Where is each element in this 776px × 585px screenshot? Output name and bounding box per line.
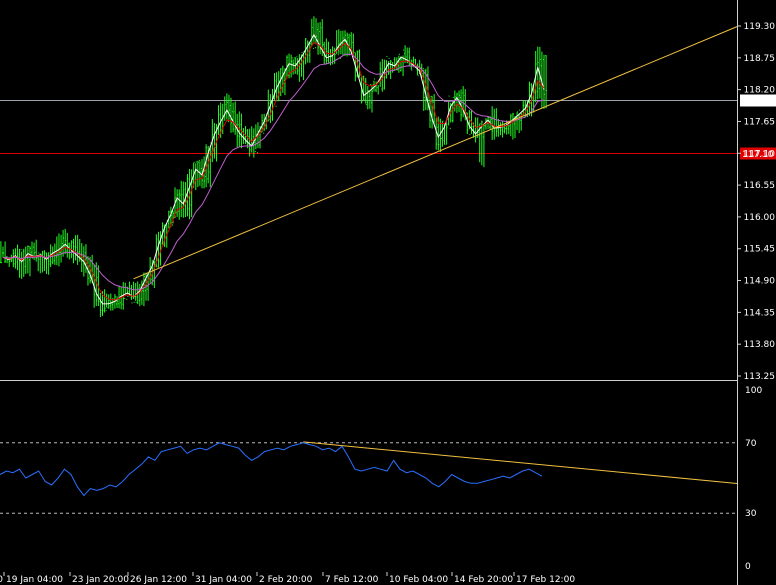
time-tick-label: 0 <box>0 575 3 585</box>
price-tick-label: 117.10 <box>744 149 776 159</box>
oscillator-tick-label: 100 <box>745 386 762 396</box>
time-tick-label: 7 Feb 12:00 <box>325 575 379 585</box>
time-tick-label: 14 Feb 20:00 <box>454 575 513 585</box>
time-tick-label: 10 Feb 04:00 <box>389 575 448 585</box>
time-tick-label: 31 Jan 04:00 <box>195 575 252 585</box>
price-tick-label: 118.75 <box>744 54 776 64</box>
time-tick-label: 2 Feb 20:00 <box>259 575 313 585</box>
time-tick-label: 19 Jan 04:00 <box>6 575 63 585</box>
forex-chart: 118.02117.10 119.30118.75118.20117.65117… <box>0 0 776 585</box>
oscillator-tick-label: 70 <box>745 439 757 449</box>
price-tick-label: 113.25 <box>744 372 776 382</box>
price-tick-label: 118.20 <box>744 86 776 96</box>
time-tick-label: 23 Jan 20:00 <box>72 575 129 585</box>
price-tick-label: 117.65 <box>744 117 776 127</box>
price-tick-label: 113.80 <box>744 340 776 350</box>
price-tick-label: 115.45 <box>744 245 776 255</box>
time-tick-label: 17 Feb 12:00 <box>516 575 575 585</box>
price-tick-label: 119.30 <box>744 22 776 32</box>
price-tick-label: 116.55 <box>744 181 776 191</box>
oscillator-tick-label: 0 <box>745 562 751 572</box>
price-tick-label: 114.35 <box>744 308 776 318</box>
price-tick-label: 116.00 <box>744 213 776 223</box>
oscillator-tick-label: 30 <box>745 509 757 519</box>
price-tick-label: 114.90 <box>744 277 776 287</box>
time-tick-label: 26 Jan 12:00 <box>130 575 187 585</box>
price-line-marker-label: 118.02 <box>742 97 774 107</box>
chart-background <box>0 0 776 585</box>
